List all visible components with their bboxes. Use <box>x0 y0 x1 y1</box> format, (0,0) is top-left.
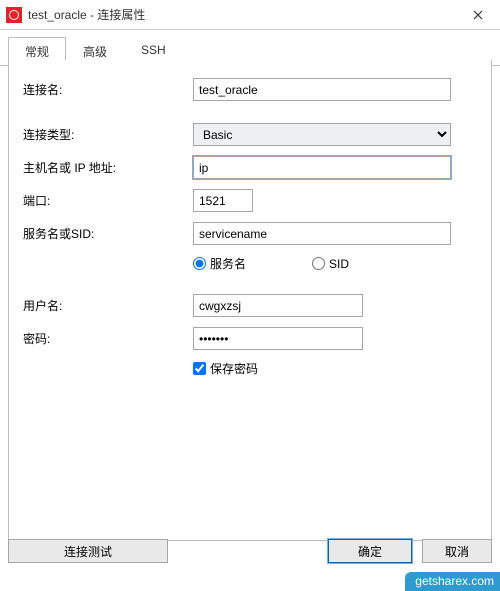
window-title: test_oracle - 连接属性 <box>28 6 455 23</box>
test-connection-button[interactable]: 连接测试 <box>8 539 168 563</box>
radio-sid[interactable]: SID <box>312 257 349 271</box>
label-service-sid: 服务名或SID: <box>23 225 193 242</box>
password-input[interactable] <box>193 327 363 350</box>
save-password-label: 保存密码 <box>210 360 258 377</box>
service-input[interactable] <box>193 222 451 245</box>
host-input[interactable] <box>193 156 451 179</box>
radio-service[interactable]: 服务名 <box>193 255 246 272</box>
label-host: 主机名或 IP 地址: <box>23 159 193 176</box>
tab-panel-general: 连接名: 连接类型: Basic 主机名或 IP 地址: 端口: 服务名或SID… <box>8 60 492 541</box>
radio-sid-label: SID <box>329 257 349 271</box>
label-conn-type: 连接类型: <box>23 126 193 143</box>
label-user: 用户名: <box>23 297 193 314</box>
label-port: 端口: <box>23 192 193 209</box>
radio-sid-input[interactable] <box>312 257 325 270</box>
dialog-footer: 连接测试 确定 取消 <box>8 537 492 565</box>
user-input[interactable] <box>193 294 363 317</box>
watermark: getsharex.com <box>405 572 500 591</box>
oracle-icon <box>6 7 22 23</box>
port-input[interactable] <box>193 189 253 212</box>
save-password-checkbox[interactable] <box>193 362 206 375</box>
label-password: 密码: <box>23 330 193 347</box>
label-conn-name: 连接名: <box>23 81 193 98</box>
radio-service-label: 服务名 <box>210 255 246 272</box>
save-password-check[interactable]: 保存密码 <box>193 360 258 377</box>
cancel-button[interactable]: 取消 <box>422 539 492 563</box>
ok-button[interactable]: 确定 <box>328 539 412 563</box>
radio-service-input[interactable] <box>193 257 206 270</box>
close-button[interactable] <box>455 0 500 30</box>
conn-name-input[interactable] <box>193 78 451 101</box>
conn-type-select[interactable]: Basic <box>193 123 451 146</box>
titlebar: test_oracle - 连接属性 <box>0 0 500 30</box>
